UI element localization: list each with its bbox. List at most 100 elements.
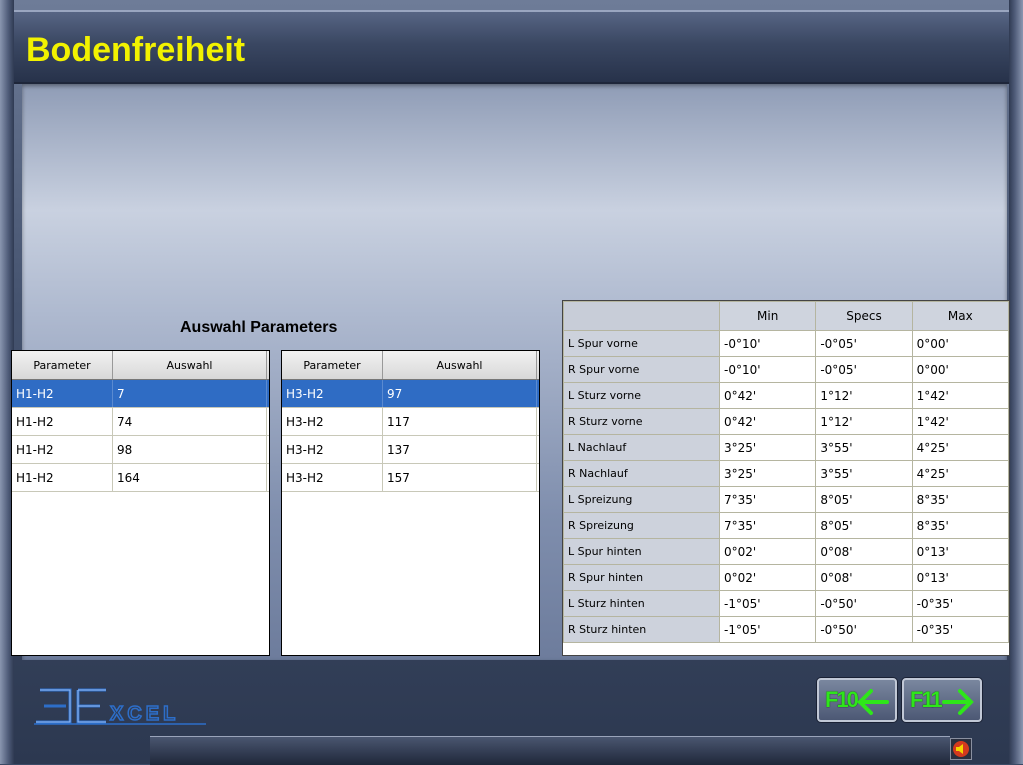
- logo-text: XCEL: [110, 703, 179, 725]
- list-row[interactable]: H3-H2 157: [282, 464, 539, 492]
- specs-min-value: 0°42': [718, 408, 817, 435]
- specs-max-value: 1°42': [911, 408, 1010, 435]
- cell-parameter: H3-H2: [282, 436, 383, 463]
- specs-row: L Sturz vorne 0°42' 1°12' 1°42': [563, 382, 1010, 409]
- section-title: Auswahl Parameters: [180, 319, 338, 336]
- specs-row-name: L Spreizung: [563, 486, 720, 513]
- specs-row: L Spur vorne -0°10' -0°05' 0°00': [563, 330, 1010, 357]
- specs-table: Min Specs Max L Spur vorne -0°10' -0°05' 0°…: [563, 301, 1010, 643]
- specs-spec-value: 8°05': [815, 512, 913, 539]
- specs-row: R Spur hinten 0°02' 0°08' 0°13': [563, 564, 1010, 591]
- specs-max-value: 0°00': [911, 356, 1010, 383]
- f10-back-button[interactable]: F10: [817, 678, 897, 722]
- excel-logo: XCEL: [34, 684, 212, 728]
- header-auswahl: Auswahl: [113, 351, 267, 379]
- specs-min-value: -0°10': [718, 330, 817, 357]
- specs-row-name: R Sturz hinten: [563, 616, 720, 643]
- specs-min-value: 0°02': [718, 564, 817, 591]
- specs-max-value: 4°25': [911, 460, 1010, 487]
- specs-min-value: 3°25': [718, 434, 817, 461]
- specs-min-value: 0°42': [718, 382, 817, 409]
- specs-spec-value: -0°05': [815, 356, 913, 383]
- list-row[interactable]: H1-H2 164: [12, 464, 269, 492]
- cell-parameter: H1-H2: [12, 464, 113, 491]
- list-header: Parameter Auswahl: [12, 351, 269, 380]
- specs-spec-value: -0°50': [815, 616, 913, 643]
- specs-spec-value: 3°55': [815, 434, 913, 461]
- specs-max-value: 0°13': [911, 538, 1010, 565]
- specs-row-name: R Sturz vorne: [563, 408, 720, 435]
- specs-max-value: 0°13': [911, 564, 1010, 591]
- cell-value: 97: [383, 380, 537, 407]
- f11-next-button[interactable]: F11: [902, 678, 982, 722]
- cell-value: 98: [113, 436, 267, 463]
- specs-row: L Spreizung 7°35' 8°05' 8°35': [563, 486, 1010, 513]
- list-row[interactable]: H1-H2 74: [12, 408, 269, 436]
- list-row[interactable]: H1-H2 98: [12, 436, 269, 464]
- specs-row-name: L Spur hinten: [563, 538, 720, 565]
- specs-row-name: R Spur vorne: [563, 356, 720, 383]
- frame-right-border: [1009, 0, 1023, 764]
- list-row-selected[interactable]: H1-H2 7: [12, 380, 269, 408]
- specs-min-value: -1°05': [718, 590, 817, 617]
- specs-row-name: R Spreizung: [563, 512, 720, 539]
- specs-row-name: R Spur hinten: [563, 564, 720, 591]
- specs-max-value: 4°25': [911, 434, 1010, 461]
- specs-min-value: 3°25': [718, 460, 817, 487]
- specs-spec-value: 8°05': [815, 486, 913, 513]
- cell-value: 164: [113, 464, 267, 491]
- specs-header-max: Max: [911, 301, 1010, 331]
- specs-row-name: L Sturz hinten: [563, 590, 720, 617]
- specs-spec-value: -0°50': [815, 590, 913, 617]
- specs-header-blank: [563, 301, 720, 331]
- list-row[interactable]: H3-H2 117: [282, 408, 539, 436]
- specs-min-value: 7°35': [718, 486, 817, 513]
- specs-max-value: -0°35': [911, 616, 1010, 643]
- specs-row-name: L Spur vorne: [563, 330, 720, 357]
- specs-row: R Spreizung 7°35' 8°05' 8°35': [563, 512, 1010, 539]
- header-parameter: Parameter: [282, 351, 383, 379]
- header-parameter: Parameter: [12, 351, 113, 379]
- cell-parameter: H3-H2: [282, 464, 383, 491]
- specs-spec-value: -0°05': [815, 330, 913, 357]
- specs-min-value: 7°35': [718, 512, 817, 539]
- specs-row-name: L Nachlauf: [563, 434, 720, 461]
- cell-parameter: H1-H2: [12, 380, 113, 407]
- cell-parameter: H3-H2: [282, 380, 383, 407]
- specs-row: R Nachlauf 3°25' 3°55' 4°25': [563, 460, 1010, 487]
- list-row[interactable]: H3-H2 137: [282, 436, 539, 464]
- specs-row: L Nachlauf 3°25' 3°55' 4°25': [563, 434, 1010, 461]
- specs-min-value: -0°10': [718, 356, 817, 383]
- f11-label: F11: [910, 687, 943, 712]
- specs-max-value: -0°35': [911, 590, 1010, 617]
- left-parameter-list[interactable]: Parameter Auswahl H1-H2 7 H1-H2 74 H1-H2…: [11, 350, 270, 656]
- specs-row: R Spur vorne -0°10' -0°05' 0°00': [563, 356, 1010, 383]
- specs-max-value: 8°35': [911, 486, 1010, 513]
- specs-row: L Sturz hinten -1°05' -0°50' -0°35': [563, 590, 1010, 617]
- arrow-right-icon: [942, 689, 974, 715]
- specs-header-row: Min Specs Max: [563, 301, 1010, 331]
- cell-value: 74: [113, 408, 267, 435]
- specs-spec-value: 1°12': [815, 408, 913, 435]
- specs-spec-value: 3°55': [815, 460, 913, 487]
- specs-header-specs: Specs: [815, 301, 913, 331]
- specs-spec-value: 0°08': [815, 564, 913, 591]
- bottom-band: [150, 736, 950, 765]
- cell-parameter: H1-H2: [12, 436, 113, 463]
- specs-table-panel: Min Specs Max L Spur vorne -0°10' -0°05' 0°…: [562, 300, 1010, 656]
- arrow-left-icon: [857, 689, 889, 715]
- specs-min-value: 0°02': [718, 538, 817, 565]
- specs-row-name: L Sturz vorne: [563, 382, 720, 409]
- cell-value: 7: [113, 380, 267, 407]
- specs-header-min: Min: [718, 301, 817, 331]
- specs-max-value: 1°42': [911, 382, 1010, 409]
- list-row-selected[interactable]: H3-H2 97: [282, 380, 539, 408]
- specs-max-value: 0°00': [911, 330, 1010, 357]
- specs-spec-value: 1°12': [815, 382, 913, 409]
- cell-value: 137: [383, 436, 537, 463]
- right-parameter-list[interactable]: Parameter Auswahl H3-H2 97 H3-H2 117 H3-…: [281, 350, 540, 656]
- cell-parameter: H1-H2: [12, 408, 113, 435]
- specs-spec-value: 0°08': [815, 538, 913, 565]
- cell-value: 157: [383, 464, 537, 491]
- speaker-button[interactable]: [950, 738, 972, 760]
